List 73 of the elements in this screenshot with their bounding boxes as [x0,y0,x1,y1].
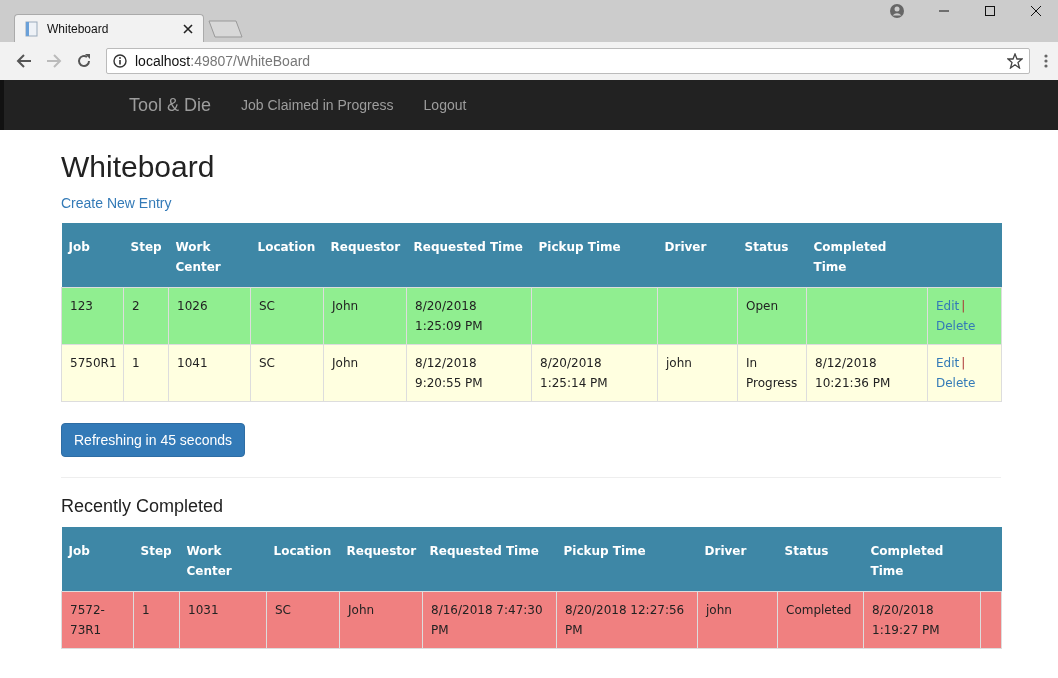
create-new-entry-link[interactable]: Create New Entry [61,195,172,211]
column-header: Location [266,527,340,592]
table-cell: 2 [132,299,140,313]
nav-link[interactable]: Job Claimed in Progress [241,97,394,113]
column-header: Status [737,223,807,288]
table-cell: 8/20/2018 1:19:27 PM [872,603,940,637]
column-header: Requested Time [406,223,532,288]
column-header: Completed Time [806,223,928,288]
column-header: Step [133,527,180,592]
table-cell: SC [259,299,275,313]
column-header: Requested Time [422,527,557,592]
back-icon[interactable] [16,53,32,69]
nav-link[interactable]: Logout [423,97,467,113]
column-header: Pickup Time [531,223,658,288]
table-cell: SC [259,356,275,370]
column-header: Work Center [179,527,267,592]
table-cell: 1026 [177,299,208,313]
browser-tab[interactable]: Whiteboard [14,14,204,42]
table-cell: John [332,299,359,313]
table-cell: 1031 [188,603,219,617]
table-cell: 8/16/2018 7:47:30 PM [431,603,543,637]
close-icon[interactable] [1030,5,1042,17]
column-header: Requestor [339,527,423,592]
column-header: Driver [657,223,738,288]
delete-link[interactable]: Delete [936,319,976,333]
tab-title: Whiteboard [47,21,110,36]
column-header: Job [61,527,134,592]
table-cell: 8/12/2018 9:20:55 PM [415,356,483,390]
profile-icon[interactable] [890,4,904,18]
brand-link[interactable]: Tool & Die [129,94,212,116]
table-cell: John [332,356,359,370]
column-header: Work Center [168,223,251,288]
address-bar[interactable]: localhost:49807/WhiteBoard [106,48,1030,74]
table-cell: 8/20/2018 1:25:09 PM [415,299,483,333]
delete-link[interactable]: Delete [936,376,976,390]
column-header: Location [250,223,324,288]
table-cell: john [666,356,692,370]
column-header: Status [777,527,864,592]
column-header: Requestor [323,223,407,288]
separator: | [961,299,966,313]
page-icon [25,20,39,37]
column-header: Completed Time [863,527,981,592]
close-icon[interactable] [183,23,193,34]
column-header: Step [123,223,169,288]
star-icon[interactable] [1007,53,1023,69]
table-cell: 8/20/2018 12:27:56 PM [565,603,685,637]
column-header: Pickup Time [556,527,698,592]
table-cell: john [706,603,732,617]
table-cell: 7572-73R1 [70,603,105,637]
edit-link[interactable]: Edit [936,356,960,370]
table-cell: John [348,603,375,617]
separator: | [961,356,966,370]
edit-link[interactable]: Edit [936,299,960,313]
table-cell: Open [746,299,779,313]
table-cell: 123 [70,299,93,313]
table-cell: 1041 [177,356,208,370]
page-title: Whiteboard [61,150,216,184]
column-header: Job [61,223,124,288]
table-cell: 1 [142,603,150,617]
refresh-button[interactable]: Refreshing in 45 seconds [61,423,245,457]
section-title: Recently Completed [61,496,225,517]
table-cell: In Progress [746,356,798,390]
reload-icon[interactable] [76,53,92,69]
menu-icon[interactable] [1044,54,1048,68]
column-header: Driver [697,527,778,592]
table-cell: Completed [786,603,852,617]
info-icon [113,54,127,68]
table-cell: 1 [132,356,140,370]
table-cell: 8/20/2018 1:25:14 PM [540,356,608,390]
table-cell: SC [275,603,291,617]
maximize-icon[interactable] [984,5,996,17]
table-cell: 5750R1 [70,356,117,370]
table-cell: 8/12/2018 10:21:36 PM [815,356,891,390]
